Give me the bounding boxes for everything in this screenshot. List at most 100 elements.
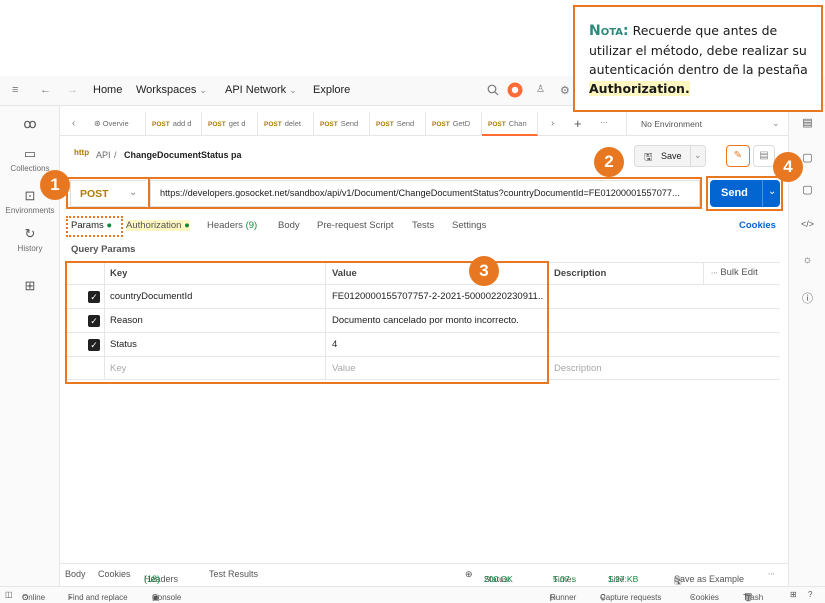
toggle-sidebar-icon[interactable]: ◫: [5, 590, 13, 599]
tab-label: Overvie: [102, 119, 129, 128]
bulk-edit-button[interactable]: ∙∙∙ Bulk Edit: [711, 267, 758, 278]
breadcrumb-separator: /: [114, 150, 117, 160]
tab-settings[interactable]: Settings: [452, 220, 486, 231]
cookies-link[interactable]: Cookies: [739, 220, 776, 231]
tab-request[interactable]: POST add d: [146, 112, 202, 136]
settings-gear-icon[interactable]: ⚙: [560, 84, 570, 97]
bulk-edit-label: Bulk Edit: [720, 267, 758, 278]
search-icon[interactable]: [487, 84, 499, 99]
comment-icon[interactable]: ▢: [789, 183, 825, 196]
tab-method: POST: [152, 121, 170, 128]
tab-method: POST: [376, 121, 394, 128]
postman-logo-icon[interactable]: [507, 82, 523, 101]
environment-selector[interactable]: No Environment ⌄: [626, 112, 786, 136]
tab-prerequest-script[interactable]: Pre-request Script: [317, 220, 394, 231]
collections-icon: ▭: [23, 146, 37, 161]
step-badge-1: 1: [40, 170, 70, 200]
tab-authorization-label: Authorization: [126, 220, 182, 231]
nav-home[interactable]: Home: [93, 84, 122, 96]
response-tab-cookies[interactable]: Cookies: [98, 569, 131, 579]
tab-active-request[interactable]: POST Chan: [482, 112, 538, 136]
sidebar-item-collections[interactable]: ▭ Collections: [0, 146, 60, 173]
tab-scroll-left-icon[interactable]: ‹: [72, 118, 75, 129]
tab-label: add d: [172, 119, 192, 128]
http-request-icon: http: [74, 148, 90, 157]
tab-headers-label: Headers: [207, 220, 243, 231]
tab-overview[interactable]: ⊛ Overvie: [88, 112, 146, 136]
sidebar-item-label: Environments: [5, 206, 55, 215]
tab-tests[interactable]: Tests: [412, 220, 434, 231]
tab-request[interactable]: POST Send: [370, 112, 426, 136]
documentation-icon[interactable]: ▤: [789, 116, 825, 129]
more-icon: ∙∙∙: [711, 268, 718, 277]
new-tab-plus-icon[interactable]: +: [574, 116, 582, 131]
console-label: Console: [152, 593, 182, 602]
tab-request[interactable]: POST GetD: [426, 112, 482, 136]
lightbulb-icon[interactable]: ☼: [789, 254, 825, 266]
tab-method: POST: [264, 121, 282, 128]
forward-arrow-icon[interactable]: →: [67, 84, 78, 96]
tab-method: POST: [432, 121, 450, 128]
nota-label: Nota:: [589, 23, 629, 39]
breadcrumb-current[interactable]: ChangeDocumentStatus pa: [124, 150, 242, 160]
breadcrumb-parent[interactable]: API: [96, 150, 111, 160]
help-icon[interactable]: ?: [808, 590, 812, 599]
table-border: [703, 262, 704, 284]
chevron-down-icon: ⌄: [199, 85, 207, 95]
menu-icon[interactable]: ≡: [12, 84, 18, 96]
tab-request[interactable]: POST delet: [258, 112, 314, 136]
tab-body[interactable]: Body: [278, 220, 300, 231]
nav-api-network[interactable]: API Network ⌄: [225, 84, 297, 96]
chevron-down-icon: ⌄: [289, 85, 297, 95]
url-highlight-box: [148, 177, 702, 209]
tab-request[interactable]: POST get d: [202, 112, 258, 136]
code-icon[interactable]: </>: [789, 219, 825, 229]
sidebar-item-history[interactable]: ↻ History: [0, 226, 60, 253]
overview-icon: ⊛: [94, 119, 101, 128]
new-description-input[interactable]: Description: [554, 363, 602, 374]
save-divider: [690, 146, 691, 166]
sidebar-item-apps[interactable]: ⊞: [0, 278, 60, 296]
tab-headers-count: (9): [245, 220, 258, 231]
save-disk-icon: 🖫: [644, 152, 653, 163]
tab-method: POST: [208, 121, 226, 128]
response-panel-bar: Body Cookies Headers (18) Test Results ⊕…: [60, 563, 788, 586]
back-arrow-icon[interactable]: ←: [40, 84, 51, 96]
response-tab-headers-count: (18): [144, 574, 161, 584]
find-replace-label: Find and replace: [68, 593, 128, 602]
nav-workspaces[interactable]: Workspaces ⌄: [136, 84, 207, 96]
tab-method: POST: [320, 121, 338, 128]
tab-label: get d: [228, 119, 246, 128]
invite-user-icon[interactable]: ♙: [536, 84, 545, 95]
time-value: 5.07 s: [553, 574, 577, 584]
tab-scroll-right-icon[interactable]: ›: [551, 118, 554, 129]
sidebar-item-label: History: [17, 244, 43, 253]
save-as-example-label: Save as Example: [674, 574, 745, 584]
tab-authorization[interactable]: Authorization ●: [126, 220, 190, 231]
documentation-panel-icon[interactable]: ▤: [753, 145, 775, 167]
more-tabs-icon[interactable]: ∙∙∙: [600, 117, 608, 127]
nav-api-network-label: API Network: [225, 84, 287, 96]
sidebar-item-team[interactable]: ꝏ: [0, 116, 60, 134]
active-dot-icon: ●: [184, 220, 190, 231]
send-highlight-box: [706, 176, 783, 211]
more-icon[interactable]: ∙∙∙: [768, 569, 775, 578]
response-tab-test-results[interactable]: Test Results: [209, 569, 258, 579]
layout-icon[interactable]: ⊞: [790, 590, 797, 599]
response-tab-body[interactable]: Body: [65, 569, 86, 579]
nav-workspaces-label: Workspaces: [136, 84, 197, 96]
edit-pencil-icon[interactable]: ✎: [726, 145, 750, 167]
status-value: 200 OK: [484, 574, 513, 584]
save-button[interactable]: 🖫 Save ⌄: [634, 145, 706, 167]
nota-callout: Nota: Recuerde que antes de utilizar el …: [573, 5, 823, 112]
network-icon[interactable]: ⊕: [465, 569, 473, 580]
tab-headers[interactable]: Headers (9): [207, 220, 257, 231]
query-params-title: Query Params: [71, 244, 136, 255]
runner-label: Runner: [550, 593, 577, 602]
apps-icon: ⊞: [24, 278, 36, 293]
nav-explore[interactable]: Explore: [313, 84, 350, 96]
info-icon[interactable]: ⓘ: [789, 290, 825, 306]
tab-request[interactable]: POST Send: [314, 112, 370, 136]
size-value: 1.97 KB: [608, 574, 639, 584]
environment-label: No Environment: [641, 119, 702, 129]
